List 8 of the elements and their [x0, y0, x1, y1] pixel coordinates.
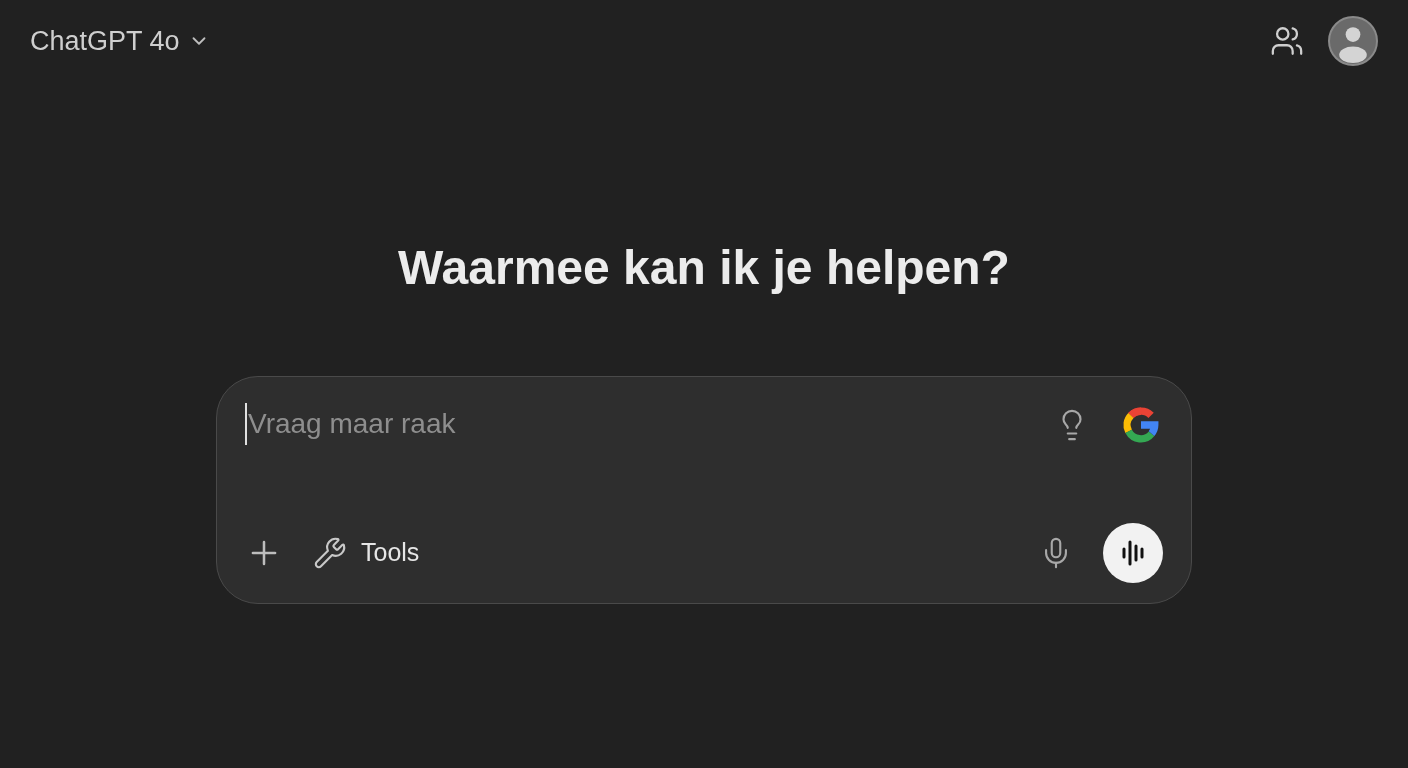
tools-button[interactable]: Tools [313, 534, 420, 572]
model-selector[interactable]: ChatGPT 4o [30, 20, 210, 62]
tools-icon [313, 536, 347, 570]
voice-button[interactable] [1103, 523, 1163, 583]
avatar[interactable] [1328, 16, 1378, 66]
heading: Waarmee kan ik je helpen? [398, 240, 1010, 296]
message-input[interactable]: Vraag maar raak [245, 403, 1055, 445]
people-icon[interactable] [1270, 24, 1304, 58]
